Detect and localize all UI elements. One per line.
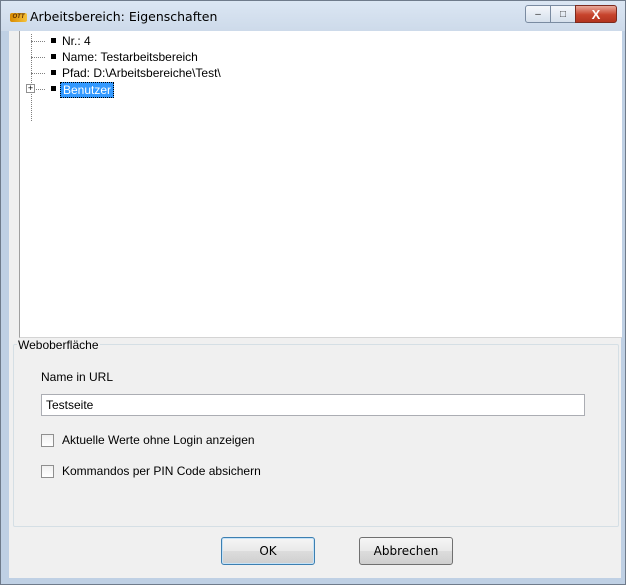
ok-button[interactable]: OK [221, 537, 315, 565]
url-name-input[interactable] [41, 394, 585, 416]
expand-plus-icon[interactable]: + [26, 84, 35, 93]
caption-buttons: ‒ □ X [525, 5, 617, 25]
tree-item-label: Nr.: 4 [62, 34, 91, 48]
url-name-label: Name in URL [41, 370, 114, 384]
minimize-button[interactable]: ‒ [525, 5, 551, 23]
pin-code-option[interactable]: Kommandos per PIN Code absichern [41, 463, 261, 479]
tree-connector [31, 34, 32, 121]
dialog-client-area: Nr.: 4 Name: Testarbeitsbereich Pfad: D:… [9, 31, 622, 578]
app-logo-icon: OTT [10, 13, 27, 22]
cancel-button[interactable]: Abbrechen [359, 537, 453, 565]
tree-connector [31, 41, 45, 42]
tree-connector [31, 73, 45, 74]
minimize-icon: ‒ [535, 8, 541, 20]
checkbox-label: Aktuelle Werte ohne Login anzeigen [62, 433, 255, 447]
dialog-window: OTT Arbeitsbereich: Eigenschaften ‒ □ X … [0, 0, 626, 585]
tree-connector [36, 89, 45, 90]
tree-item-label: Benutzer [60, 82, 115, 98]
group-title: Weboberfläche [17, 338, 100, 352]
show-values-checkbox[interactable] [41, 433, 54, 447]
window-title: Arbeitsbereich: Eigenschaften [30, 9, 218, 24]
close-button[interactable]: X [575, 5, 617, 23]
tree-connector [31, 57, 45, 58]
maximize-icon: □ [559, 8, 567, 20]
pin-code-checkbox[interactable] [41, 464, 54, 478]
checkbox-label: Kommandos per PIN Code absichern [62, 464, 261, 478]
tree-bullet-icon [51, 54, 56, 59]
properties-tree[interactable]: Nr.: 4 Name: Testarbeitsbereich Pfad: D:… [19, 31, 622, 338]
tree-bullet-icon [51, 70, 56, 75]
title-bar[interactable]: OTT Arbeitsbereich: Eigenschaften ‒ □ X [1, 1, 625, 31]
maximize-button[interactable]: □ [550, 5, 576, 23]
tree-item-label: Pfad: D:\Arbeitsbereiche\Test\ [62, 66, 221, 80]
show-values-without-login-option[interactable]: Aktuelle Werte ohne Login anzeigen [41, 432, 255, 448]
tree-item-label: Name: Testarbeitsbereich [62, 50, 198, 64]
tree-bullet-icon [51, 38, 56, 43]
close-icon: X [591, 6, 601, 22]
tree-bullet-icon [51, 86, 56, 91]
